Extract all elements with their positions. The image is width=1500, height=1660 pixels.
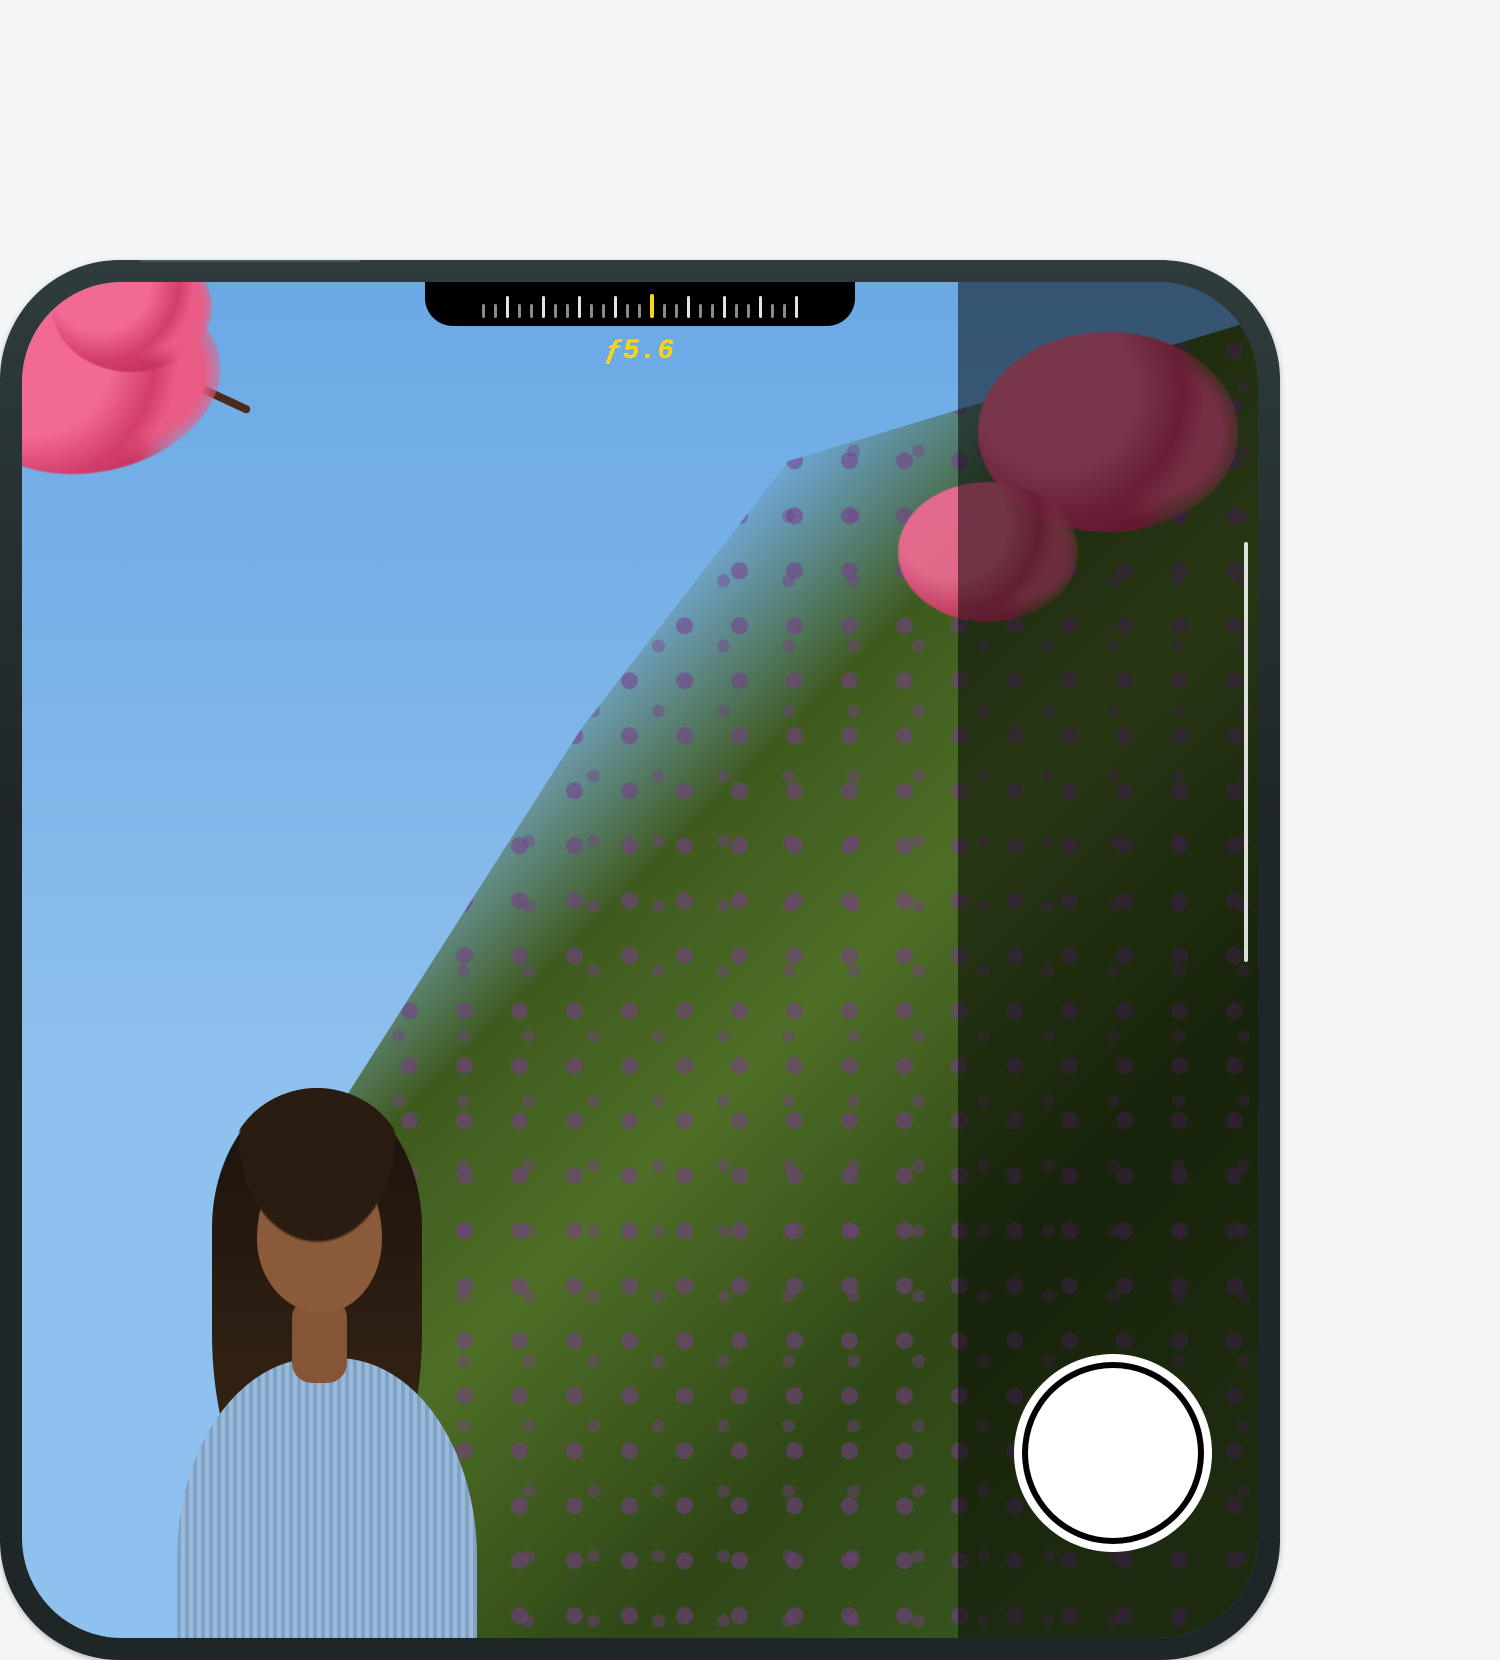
- aperture-slider-tick: [650, 294, 654, 318]
- aperture-slider-tick: [711, 304, 714, 318]
- aperture-value-label: ƒ5.6: [605, 336, 674, 367]
- aperture-slider-tick: [675, 304, 678, 318]
- aperture-slider-tick: [602, 304, 605, 318]
- aperture-slider-tick: [638, 304, 641, 318]
- camera-viewfinder: [22, 282, 1258, 1638]
- device-frame: ƒ5.6: [0, 260, 1280, 1660]
- camera-screen: ƒ5.6: [22, 282, 1258, 1638]
- aperture-slider-tick: [518, 304, 521, 318]
- aperture-slider-tick: [687, 296, 690, 318]
- aperture-slider-tick: [494, 304, 497, 318]
- aperture-slider-tick: [795, 296, 798, 318]
- aperture-slider-tick: [771, 304, 774, 318]
- aperture-slider-tick: [506, 296, 509, 318]
- aperture-slider-tick: [566, 304, 569, 318]
- camera-side-panel: [958, 282, 1258, 1638]
- aperture-slider-tick: [723, 296, 726, 318]
- aperture-slider-tick: [542, 296, 545, 318]
- aperture-slider-tick: [783, 304, 786, 318]
- aperture-slider-tick: [578, 296, 581, 318]
- aperture-slider-tick: [482, 304, 485, 318]
- aperture-slider-tick: [530, 304, 533, 318]
- aperture-slider-tick: [590, 304, 593, 318]
- aperture-slider-tick: [747, 304, 750, 318]
- device-notch: [425, 282, 855, 326]
- aperture-slider-tick: [614, 296, 617, 318]
- aperture-slider[interactable]: [472, 284, 808, 322]
- aperture-slider-tick: [554, 304, 557, 318]
- exposure-indicator[interactable]: [1244, 542, 1248, 962]
- viewfinder-subject: [142, 1028, 502, 1638]
- aperture-slider-tick: [699, 304, 702, 318]
- device-side-button: [140, 260, 360, 262]
- aperture-slider-tick: [759, 296, 762, 318]
- aperture-slider-tick: [735, 304, 738, 318]
- aperture-slider-tick: [626, 304, 629, 318]
- aperture-slider-tick: [663, 304, 666, 318]
- shutter-button[interactable]: [1028, 1368, 1198, 1538]
